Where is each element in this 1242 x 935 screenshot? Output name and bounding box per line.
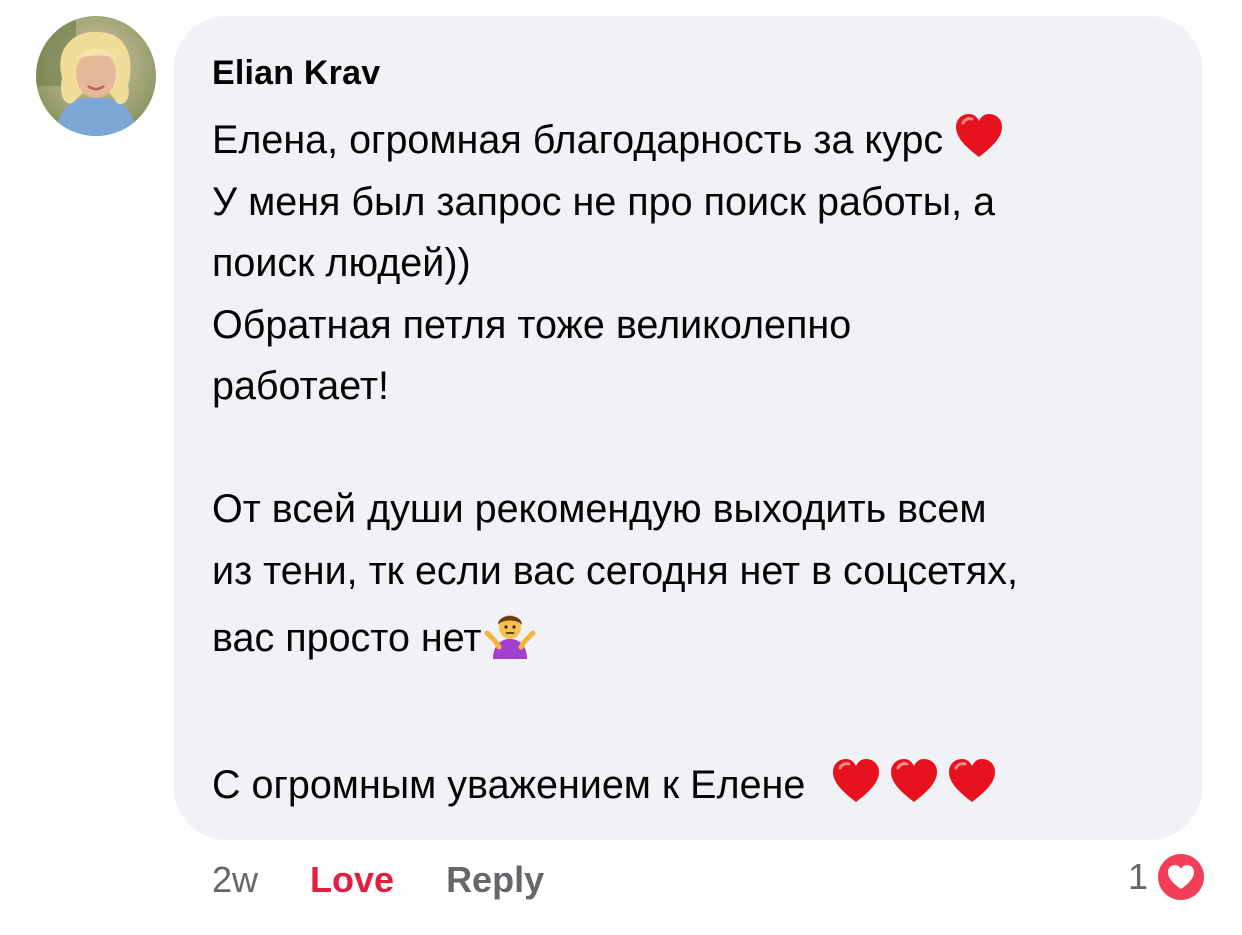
comment-line: вас просто нет xyxy=(212,602,1202,674)
signoff-text: С огромным уважением к Елене xyxy=(212,763,806,807)
red-heart-icon xyxy=(833,759,880,802)
author-avatar[interactable] xyxy=(36,16,156,136)
person-shrugging-icon xyxy=(484,615,536,659)
comment-line-text: работает! xyxy=(212,364,389,408)
reaction-count: 1 xyxy=(1127,856,1148,897)
comment-signoff: С огромным уважением к Елене xyxy=(212,756,998,808)
comment-line-text: Елена, огромная благодарность за курс xyxy=(212,118,944,162)
comment-timestamp[interactable]: 2w xyxy=(212,859,258,901)
reply-button[interactable]: Reply xyxy=(446,859,544,901)
red-heart-icon xyxy=(956,114,1003,157)
comment-bubble: Elian Krav Елена, огромная благодарность… xyxy=(174,16,1202,840)
comment-line: Елена, огромная благодарность за курс xyxy=(212,110,1202,172)
reaction-summary[interactable]: 1 xyxy=(1128,852,1206,902)
comment-line: У меня был запрос не про поиск работы, а xyxy=(212,172,1202,234)
comment-body: Елена, огромная благодарность за курс У … xyxy=(212,110,1202,674)
comment-line-text: поиск людей)) xyxy=(212,241,471,285)
avatar-photo xyxy=(36,16,156,136)
red-heart-icon xyxy=(949,759,996,802)
comment-line-text: из тени, тк если вас сегодня нет в соцсе… xyxy=(212,548,1019,593)
comment-line: работает! xyxy=(212,356,1202,418)
comment-line: из тени, тк если вас сегодня нет в соцсе… xyxy=(212,541,1202,603)
comment-line: Обратная петля тоже великолепно xyxy=(212,295,1202,357)
comment-line-text: Обратная петля тоже великолепно xyxy=(212,302,852,347)
red-heart-icon xyxy=(891,759,938,802)
love-button[interactable]: Love xyxy=(310,859,394,901)
comment-author[interactable]: Elian Krav xyxy=(212,56,1202,90)
comment-actions: 2w Love Reply xyxy=(212,858,544,902)
love-reaction-icon xyxy=(1158,854,1204,900)
comment-line-text: От всей души рекомендую выходить всем xyxy=(212,487,987,531)
comment-line-blank xyxy=(212,418,1202,480)
comment-line: От всей души рекомендую выходить всем xyxy=(212,479,1202,541)
comment-line-text: вас просто нет xyxy=(212,616,482,660)
comment-line: поиск людей)) xyxy=(212,233,1202,295)
comment-line-text: У меня был запрос не про поиск работы, а xyxy=(212,179,996,224)
